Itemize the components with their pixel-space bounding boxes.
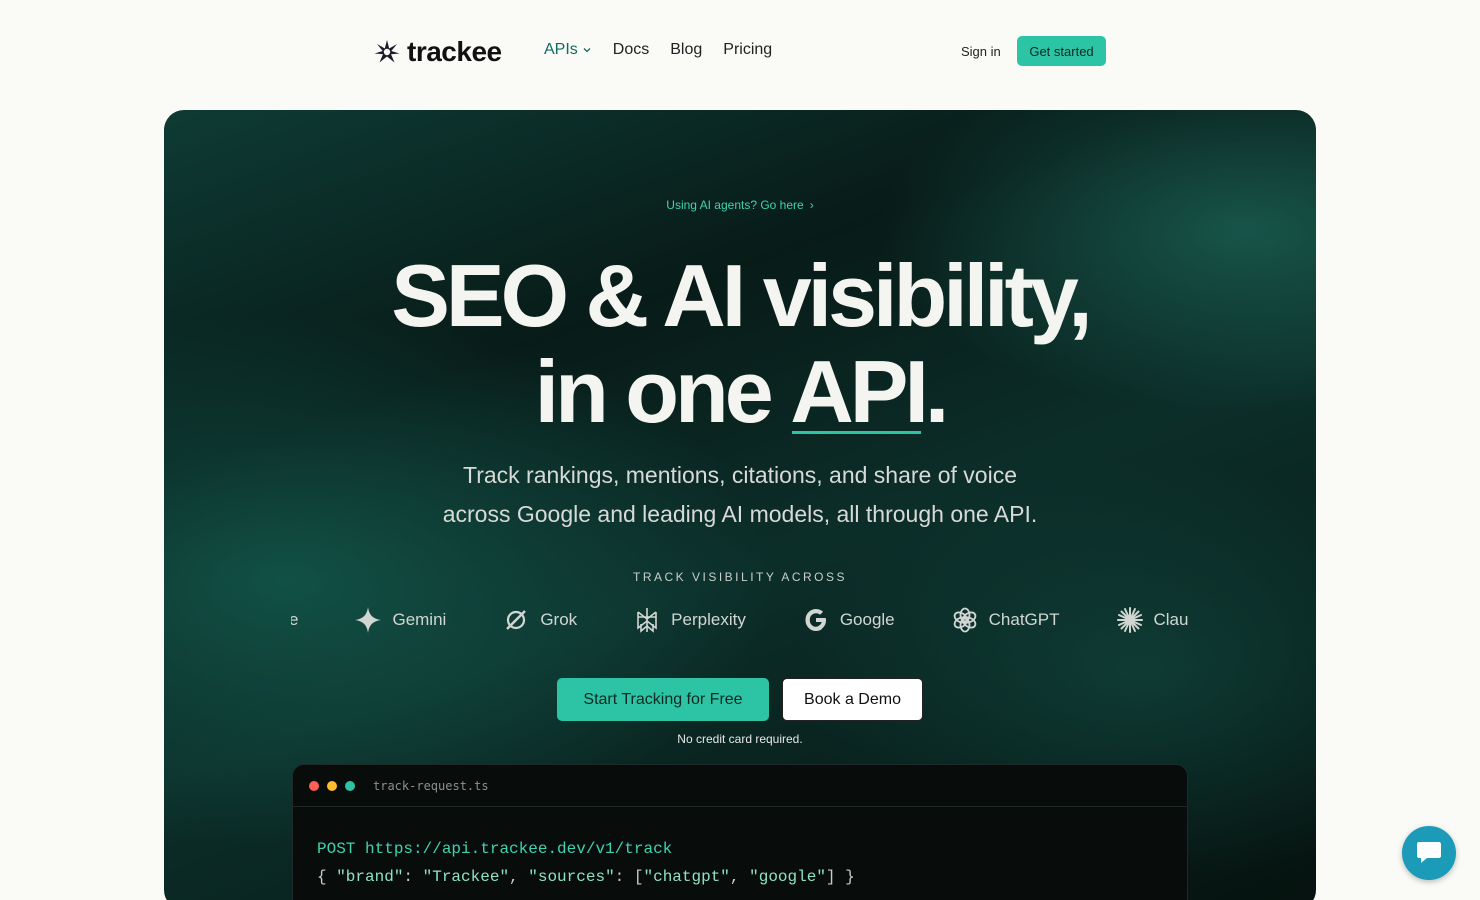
brand-label: Gemini [392, 610, 447, 629]
hero-section: Using AI agents? Go here › SEO & AI visib… [164, 110, 1316, 900]
get-started-button[interactable]: Get started [1017, 36, 1106, 66]
nav-item-docs[interactable]: Docs [613, 41, 649, 59]
chevron-right-icon: › [809, 198, 814, 212]
brand-label: Grok [540, 610, 578, 629]
no-credit-card-note: No credit card required. [677, 732, 803, 746]
track-visibility-label: TRACK VISIBILITY ACROSS [633, 570, 847, 584]
start-tracking-button[interactable]: Start Tracking for Free [557, 678, 769, 721]
grok-icon [506, 610, 527, 630]
code-source-chatgpt: "chatgpt" [643, 868, 730, 886]
top-nav: trackee APIs Docs Blog Pricing Sign in G… [0, 0, 1480, 100]
headline-suffix: . [924, 342, 950, 441]
code-colon: : [403, 868, 423, 886]
window-minimize-dot [327, 780, 337, 791]
headline-api-word: API [790, 342, 929, 441]
code-comma: , [509, 868, 529, 886]
code-body: POST https://api.trackee.dev/v1/track { … [293, 807, 1187, 891]
brand-label: Clau [1153, 610, 1189, 629]
chevron-down-icon [583, 48, 591, 53]
sign-in-link[interactable]: Sign in [961, 44, 1001, 59]
code-filename: track-request.ts [373, 778, 489, 793]
nav-item-apis[interactable]: APIs [544, 41, 592, 59]
ai-agents-link[interactable]: Using AI agents? Go here › [164, 198, 1316, 212]
window-maximize-dot [345, 780, 355, 791]
headline-prefix: in one [534, 342, 791, 441]
code-key-brand: "brand" [336, 868, 404, 886]
code-line-1: POST https://api.trackee.dev/v1/track [317, 835, 1163, 863]
brand-label: e [291, 610, 299, 629]
brand-claude: Clau [1116, 606, 1189, 634]
subtitle-line-2: across Google and leading AI models, all… [442, 501, 1038, 527]
brand-label: ChatGPT [988, 610, 1060, 629]
google-icon [805, 609, 826, 631]
code-value-brand: "Trackee" [422, 868, 510, 886]
logo-text: trackee [407, 36, 502, 67]
perplexity-icon [637, 608, 657, 633]
nav-item-apis-label: APIs [544, 41, 578, 58]
window-close-dot [309, 780, 319, 791]
nav-item-pricing[interactable]: Pricing [723, 41, 772, 59]
headline-line-2: in one API. [164, 344, 1316, 440]
brand-gemini: Gemini [354, 606, 446, 634]
brand-grok: Grok [502, 606, 577, 634]
code-colon: : [614, 868, 634, 886]
code-method: POST [317, 840, 356, 858]
nav-links: APIs Docs Blog Pricing [544, 41, 772, 59]
subtitle-line-1: Track rankings, mentions, citations, and… [463, 462, 1017, 488]
brand-label: Perplexity [671, 610, 746, 629]
code-source-google: "google" [749, 868, 826, 886]
chatgpt-icon [953, 607, 976, 633]
gemini-icon [355, 607, 382, 633]
asterisk-star-icon [374, 40, 400, 63]
brand-google: Google [802, 606, 895, 634]
chat-widget-button[interactable] [1402, 826, 1456, 880]
code-brace-open: { [317, 868, 337, 886]
logo[interactable]: trackee [373, 36, 502, 68]
headline-line-1: SEO & AI visibility, [391, 246, 1093, 345]
hero-subtitle: Track rankings, mentions, citations, and… [164, 456, 1316, 534]
code-url: https://api.trackee.dev/v1/track [365, 840, 673, 858]
code-window-titlebar: track-request.ts [293, 765, 1187, 807]
brand-chatgpt: ChatGPT [951, 606, 1060, 634]
chat-bubble-icon [1417, 842, 1441, 863]
brand-label: Google [839, 610, 895, 629]
code-bracket-close: ] [825, 868, 836, 886]
brand-perplexity: Perplexity [633, 606, 746, 634]
brand-logo-strip: e Gemini Grok Perplexity Google ChatGPT … [291, 600, 1189, 640]
brand-partial-left: e [291, 610, 298, 630]
code-brace-close: } [835, 868, 855, 886]
book-demo-button[interactable]: Book a Demo [782, 678, 923, 721]
code-line-2: { "brand": "Trackee", "sources": ["chatg… [317, 863, 1163, 891]
code-key-sources: "sources" [528, 868, 615, 886]
claude-icon [1116, 607, 1143, 633]
nav-item-blog[interactable]: Blog [670, 41, 702, 59]
hero-headline: SEO & AI visibility, in one API. [164, 248, 1316, 440]
code-comma: , [729, 868, 750, 886]
ai-agents-link-label: Using AI agents? Go here [666, 198, 804, 212]
code-window: track-request.ts POST https://api.tracke… [292, 764, 1188, 900]
